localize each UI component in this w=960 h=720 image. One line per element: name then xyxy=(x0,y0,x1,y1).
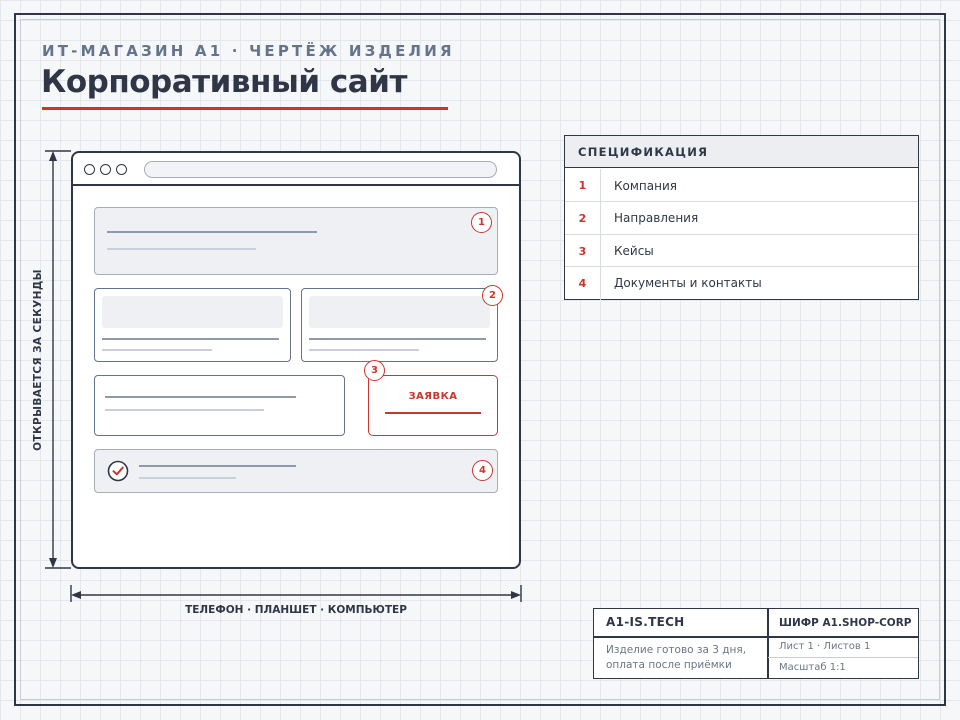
card-line xyxy=(102,338,279,340)
callout-badge-3: 3 xyxy=(364,360,385,381)
spec-row: 3 Кейсы xyxy=(565,234,918,268)
callout-badge-4: 4 xyxy=(472,460,493,481)
dim-h-arrow-right xyxy=(511,591,521,599)
stamp-company: A1-IS.TECH xyxy=(606,615,685,629)
stamp-divider xyxy=(768,657,918,658)
hero-block xyxy=(94,207,498,275)
dim-v-arrow-bottom xyxy=(49,558,57,568)
spec-row-text: Направления xyxy=(614,211,699,225)
case-line xyxy=(105,396,296,398)
spec-row-text: Компания xyxy=(614,178,677,193)
stamp-note: Изделие готово за 3 дня, оплата после пр… xyxy=(606,644,747,671)
card-line xyxy=(102,349,212,351)
spec-row-number: 4 xyxy=(565,266,601,300)
stamp-divider xyxy=(594,636,918,638)
documents-block xyxy=(94,449,498,493)
window-dot-icon xyxy=(84,164,95,175)
address-bar xyxy=(144,161,497,178)
spec-row: 1 Компания xyxy=(565,169,918,202)
specification-header: СПЕЦИФИКАЦИЯ xyxy=(565,136,918,168)
dimension-label-horizontal: ТЕЛЕФОН · ПЛАНШЕТ · КОМПЬЮТЕР xyxy=(185,604,407,616)
spec-row-number: 3 xyxy=(565,234,601,268)
request-button-underline xyxy=(385,412,481,414)
stamp-sheet: Лист 1 · Листов 1 xyxy=(779,641,871,652)
hero-line xyxy=(107,231,317,233)
window-dot-icon xyxy=(116,164,127,175)
spec-row-number: 2 xyxy=(565,201,601,235)
spec-row-text: Кейсы xyxy=(614,244,654,258)
request-button-label: ЗАЯВКА xyxy=(408,391,458,402)
hero-line xyxy=(107,248,256,250)
spec-row-text: Документы и контакты xyxy=(614,276,762,290)
spec-row: 2 Направления xyxy=(565,201,918,235)
request-button-mockup xyxy=(368,375,498,436)
dimension-label-vertical: ОТКРЫВАЕТСЯ ЗА СЕКУНДЫ xyxy=(32,269,44,451)
card-line xyxy=(309,349,419,351)
dim-v-arrow-top xyxy=(49,151,57,161)
case-line xyxy=(105,409,264,411)
card-image xyxy=(102,296,283,328)
documents-line xyxy=(139,477,236,479)
spec-row-number: 1 xyxy=(565,169,601,202)
dim-h-arrow-left xyxy=(71,591,81,599)
case-block xyxy=(94,375,345,436)
documents-line xyxy=(139,465,296,467)
check-circle-icon xyxy=(107,460,129,482)
callout-badge-2: 2 xyxy=(482,285,503,306)
window-dot-icon xyxy=(100,164,111,175)
card-image xyxy=(309,296,490,328)
stamp-code: ШИФР A1.SHOP-CORP xyxy=(779,617,912,629)
stamp-divider xyxy=(767,609,769,678)
card-line xyxy=(309,338,486,340)
spec-row: 4 Документы и контакты xyxy=(565,266,918,300)
stamp-scale: Масштаб 1:1 xyxy=(779,662,846,673)
callout-badge-1: 1 xyxy=(471,212,492,233)
